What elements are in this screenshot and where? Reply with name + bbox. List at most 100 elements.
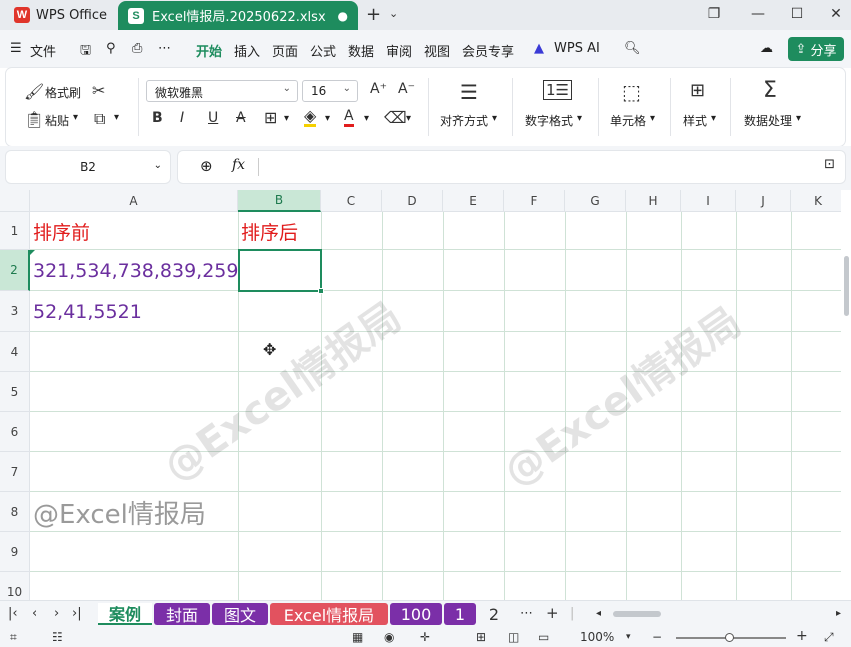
zoom-chevron-icon[interactable]: ▾ (626, 632, 631, 642)
save-icon[interactable]: 🖫 (80, 41, 91, 63)
page-view-icon[interactable]: ▭ (538, 630, 549, 644)
strikethrough-button[interactable]: A (236, 110, 246, 126)
select-all-corner[interactable] (0, 190, 30, 212)
menu-insert[interactable]: 插入 (234, 41, 260, 60)
fill-color-icon[interactable]: ◈ (304, 108, 317, 127)
border-chevron-icon[interactable]: ▾ (284, 113, 289, 124)
font-size-select[interactable]: 16 ⌄ (302, 80, 358, 102)
number-format-button[interactable]: 数字格式 (525, 112, 573, 129)
row-header[interactable]: 6 (0, 412, 30, 452)
menu-page[interactable]: 页面 (272, 41, 298, 60)
more-icon[interactable]: ⋯ (158, 41, 171, 56)
align-chevron-icon[interactable]: ▾ (492, 113, 497, 124)
sheet-tab-graphic[interactable]: 图文 (212, 603, 268, 625)
sheet-tab-100[interactable]: 100 (390, 603, 442, 625)
sheet-tab-1[interactable]: 1 (444, 603, 476, 625)
row-header[interactable]: 7 (0, 452, 30, 492)
first-sheet-icon[interactable]: |‹ (8, 606, 18, 621)
cell-B1[interactable]: 排序后 (238, 212, 298, 250)
data-process-button[interactable]: 数据处理 (744, 112, 792, 129)
zoom-out-icon[interactable]: − (652, 630, 662, 644)
fullscreen-icon[interactable]: ⤢ (824, 630, 834, 645)
number-format-icon[interactable]: 1☰ (543, 80, 572, 100)
search-doc-icon[interactable]: ⚲ (106, 41, 116, 56)
font-color-chevron-icon[interactable]: ▾ (364, 113, 369, 124)
crosshair-icon[interactable]: ✛ (420, 630, 430, 644)
column-header[interactable]: D (382, 190, 443, 212)
expand-formula-icon[interactable]: ⊡ (824, 157, 835, 172)
row-header[interactable]: 2 (0, 250, 30, 291)
menu-home[interactable]: 开始 (196, 41, 222, 60)
row-header[interactable]: 5 (0, 372, 30, 412)
column-header[interactable]: E (443, 190, 504, 212)
app-home-tab[interactable]: W WPS Office (6, 2, 115, 28)
cell-A1[interactable]: 排序前 (30, 212, 90, 250)
close-button[interactable]: ✕ (822, 4, 850, 24)
minimize-button[interactable]: — (744, 4, 772, 24)
more-sheets-icon[interactable]: ⋯ (520, 606, 533, 621)
format-painter-icon[interactable]: 🖌︎ (24, 82, 44, 101)
print-icon[interactable]: ⎙ (132, 41, 142, 56)
sheet-tab-case[interactable]: 案例 (98, 603, 152, 625)
sheet-tab-2[interactable]: 2 (480, 603, 508, 625)
menu-review[interactable]: 审阅 (386, 41, 412, 60)
font-color-icon[interactable]: A (344, 108, 354, 127)
row-header[interactable]: 10 (0, 572, 30, 600)
format-painter-button[interactable]: 格式刷 (45, 84, 81, 101)
cell-A3[interactable]: 52,41,5521 (30, 291, 142, 332)
paste-icon[interactable]: 📋︎ (24, 110, 44, 129)
column-header[interactable]: F (504, 190, 565, 212)
tab-list-chevron-icon[interactable]: ⌄ (389, 7, 398, 20)
decrease-font-icon[interactable]: A⁻ (398, 81, 415, 97)
copy-chevron-icon[interactable]: ▾ (114, 112, 119, 123)
bold-button[interactable]: B (152, 110, 163, 126)
add-sheet-icon[interactable]: + (546, 604, 559, 622)
style-button[interactable]: 样式 (683, 112, 707, 129)
style-chevron-icon[interactable]: ▾ (711, 113, 716, 124)
restore-window-icon[interactable]: ❐ (700, 4, 728, 24)
share-button[interactable]: ⇪ 分享 (788, 37, 844, 61)
document-tab[interactable]: S Excel情报局.20250622.xlsx ● (118, 1, 358, 30)
fill-color-chevron-icon[interactable]: ▾ (325, 113, 330, 124)
style-icon[interactable]: ⊞ (690, 80, 705, 101)
increase-font-icon[interactable]: A⁺ (370, 81, 387, 97)
column-header[interactable]: H (626, 190, 681, 212)
menu-member[interactable]: 会员专享 (462, 41, 514, 60)
table-view-icon[interactable]: ▦ (352, 630, 363, 644)
fx-icon[interactable]: fx (232, 157, 245, 173)
cell-chevron-icon[interactable]: ▾ (650, 113, 655, 124)
border-icon[interactable]: ⊞ (264, 108, 277, 127)
column-header[interactable]: I (681, 190, 736, 212)
zoom-formula-icon[interactable]: ⊕ (200, 157, 213, 175)
cloud-icon[interactable]: ☁ (760, 41, 773, 56)
zoom-in-icon[interactable]: + (796, 628, 808, 644)
column-header[interactable]: J (736, 190, 791, 212)
row-header[interactable]: 3 (0, 291, 30, 332)
search-icon[interactable]: 🔍︎ (624, 41, 641, 56)
italic-button[interactable]: I (180, 110, 184, 126)
menu-data[interactable]: 数据 (348, 41, 374, 60)
next-sheet-icon[interactable]: › (54, 606, 59, 621)
menu-file[interactable]: 文件 (30, 41, 56, 60)
column-header[interactable]: K (791, 190, 841, 212)
active-cell-B2[interactable] (238, 249, 322, 292)
sheet-list-icon[interactable]: ☷ (52, 630, 63, 644)
cell-A2[interactable]: 321,534,738,839,259 (30, 250, 238, 291)
sheet-tab-excel[interactable]: Excel情报局 (270, 603, 388, 625)
formula-input[interactable]: ⊕ fx ⊡ (178, 151, 845, 183)
cell-A8[interactable]: @Excel情报局 (30, 492, 206, 532)
menu-formula[interactable]: 公式 (310, 41, 336, 60)
new-tab-plus-icon[interactable]: + (366, 4, 381, 25)
paste-chevron-icon[interactable]: ▾ (73, 112, 78, 123)
scroll-left-icon[interactable]: ◂ (596, 608, 601, 619)
copy-icon[interactable]: ⧉ (94, 109, 105, 129)
maximize-button[interactable]: ☐ (783, 4, 811, 24)
horizontal-scrollbar-thumb[interactable] (613, 611, 661, 617)
cut-icon[interactable]: ✂ (92, 81, 105, 100)
last-sheet-icon[interactable]: ›| (72, 606, 82, 621)
row-header[interactable]: 4 (0, 332, 30, 372)
zoom-level[interactable]: 100% (580, 630, 614, 644)
hamburger-icon[interactable]: ☰ (10, 41, 22, 56)
sigma-icon[interactable]: Σ (763, 78, 777, 103)
column-header[interactable]: A (30, 190, 238, 212)
